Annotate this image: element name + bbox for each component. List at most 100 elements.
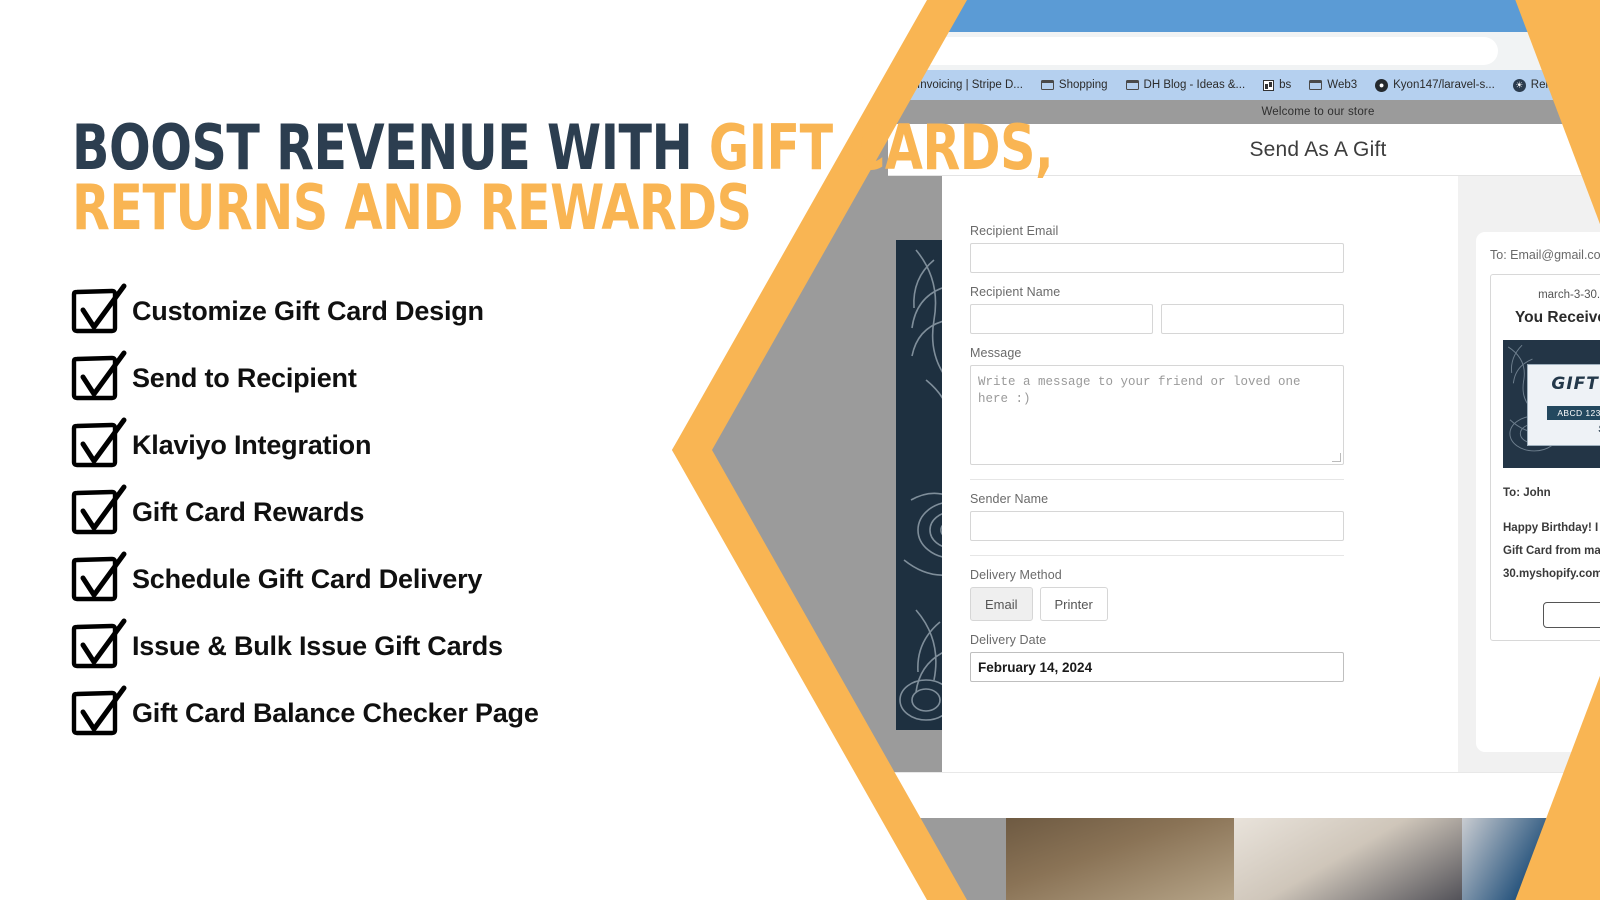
gift-form: Recipient Email Recipient Name Message W… <box>942 176 1458 772</box>
floral-pattern-icon <box>899 249 942 721</box>
store-footer <box>888 772 1600 818</box>
checklist-item: Issue & Bulk Issue Gift Cards <box>70 613 690 680</box>
bookmark-label: Kyon147/laravel-s... <box>1393 79 1495 91</box>
message-textarea[interactable]: Write a message to your friend or loved … <box>970 365 1344 465</box>
thumbnail-image[interactable] <box>1234 818 1462 900</box>
checklist-item: Schedule Gift Card Delivery <box>70 546 690 613</box>
left-decor-column <box>888 176 942 772</box>
folder-icon <box>1309 80 1323 90</box>
feature-checklist: Customize Gift Card Design Send to Recip… <box>70 278 690 747</box>
bookmark-label: DH Blog - Ideas &... <box>1143 79 1246 91</box>
checkbox-checked-icon <box>70 618 128 673</box>
delivery-method-email-button[interactable]: Email <box>970 587 1033 621</box>
email-body: To: John Happy Birthday! I bought you a … <box>1503 482 1600 586</box>
store-content: Recipient Email Recipient Name Message W… <box>888 176 1600 772</box>
bookmark-label: Related sub <box>1530 79 1593 91</box>
thumbnail-spacer <box>888 818 1006 900</box>
github-icon: ● <box>1375 78 1389 92</box>
gift-card-title: GIFT CARD <box>1551 374 1600 395</box>
browser-toolbar: ☆ </> N zm ☎ <box>878 32 1600 70</box>
browser-tab-strip[interactable] <box>888 0 1600 32</box>
email-domain: march-3-30.myshopify.com <box>1538 289 1600 301</box>
checklist-label: Customize Gift Card Design <box>132 296 484 326</box>
email-heading: You Received a Gift Card <box>1514 309 1600 326</box>
gift-card-inner-panel: GIFT CARD Giftys ABCD 1234 ABCD 1234 $20 <box>1527 363 1600 446</box>
delivery-method-group: Email Printer <box>970 587 1344 621</box>
field-delivery-method: Delivery Method Email Printer <box>970 568 1344 621</box>
headline-line-2: Returns And Rewards <box>72 170 752 244</box>
bookmark-item[interactable]: DH Blog - Ideas &... <box>1117 79 1255 91</box>
bookmark-item[interactable]: Shopping <box>1032 79 1117 91</box>
field-label: Sender Name <box>970 492 1049 506</box>
promo-panel: Boost Revenue With Gift Cards, Returns A… <box>0 0 1054 900</box>
delivery-date-input[interactable]: February 14, 2024 <box>970 652 1344 682</box>
checklist-item: Gift Card Rewards <box>70 479 690 546</box>
checkbox-checked-icon <box>70 551 128 606</box>
headline-accent-text: Gift Cards, <box>708 111 1054 184</box>
preview-to-line: To: Email@gmail.com <box>1490 248 1600 262</box>
checklist-label: Gift Card Balance Checker Page <box>132 698 539 728</box>
delivery-method-printer-button[interactable]: Printer <box>1039 587 1108 621</box>
checklist-item: Klaviyo Integration <box>70 412 690 479</box>
bookmark-label: Invoicing | Stripe D... <box>917 79 1023 91</box>
checkbox-checked-icon <box>70 350 128 405</box>
field-delivery-date: Delivery Date February 14, 2024 <box>970 633 1344 682</box>
field-label: Recipient Name <box>970 285 1061 299</box>
field-recipient-email: Recipient Email <box>970 224 1344 273</box>
email-recipient-line: To: John <box>1503 486 1551 499</box>
floral-artwork <box>896 240 942 730</box>
sender-name-input[interactable] <box>970 511 1344 541</box>
email-body-text: Happy Birthday! I bought you a Giftys Gi… <box>1503 521 1600 580</box>
page-headline: Boost Revenue With Gift Cards, Returns A… <box>72 117 1054 244</box>
page-title: Send As A Gift <box>1249 137 1387 161</box>
checkbox-checked-icon <box>70 283 128 338</box>
recipient-last-name-input[interactable] <box>1161 304 1344 334</box>
checklist-label: Issue & Bulk Issue Gift Cards <box>132 631 503 661</box>
bookmark-item[interactable]: ● Kyon147/laravel-s... <box>1366 78 1504 92</box>
bookmark-item[interactable]: ☀ Related sub <box>1504 78 1600 92</box>
bookmark-item[interactable]: bs <box>1254 79 1300 91</box>
bookmark-label: Shopping <box>1058 79 1108 91</box>
checklist-label: Send to Recipient <box>132 363 357 393</box>
bookmarks-bar: Invoicing | Stripe D... Shopping DH Blog… <box>888 70 1600 100</box>
field-sender-name: Sender Name <box>970 492 1344 541</box>
checklist-item: Gift Card Balance Checker Page <box>70 680 690 747</box>
email-preview-pane: To: Email@gmail.com march-3-30.myshopify… <box>1458 176 1600 772</box>
checklist-label: Gift Card Rewards <box>132 497 365 527</box>
thumbnail-image[interactable] <box>1462 818 1600 900</box>
email-mockup: march-3-30.myshopify.com You Received a … <box>1490 274 1600 641</box>
recipient-name-row <box>970 304 1344 334</box>
divider <box>970 555 1344 556</box>
recipient-email-input[interactable] <box>970 243 1344 273</box>
field-message: Message Write a message to your friend o… <box>970 346 1344 465</box>
thumbnail-strip <box>888 818 1600 900</box>
checkbox-checked-icon <box>70 484 128 539</box>
checklist-item: Customize Gift Card Design <box>70 278 690 345</box>
field-label: Delivery Method <box>970 568 1062 582</box>
bookmark-star-icon[interactable]: ☆ <box>1583 40 1600 62</box>
address-bar[interactable] <box>878 37 1498 65</box>
gift-card-code: ABCD 1234 ABCD 1234 <box>1547 406 1600 421</box>
headline-line-1: Boost Revenue With Gift Cards, <box>72 117 1054 179</box>
poster-canvas: ☆ </> N zm ☎ Invoicing | Stripe D... Sho… <box>0 0 1600 900</box>
folder-icon <box>1040 80 1054 90</box>
bookmark-label: bs <box>1279 79 1292 91</box>
email-cta-button[interactable] <box>1543 601 1600 628</box>
green-triangle-icon <box>903 79 912 91</box>
checkbox-checked-icon <box>70 685 128 740</box>
recipient-first-name-input[interactable] <box>970 304 1153 334</box>
thumbnail-image[interactable] <box>1006 818 1234 900</box>
field-label: Recipient Email <box>970 224 1059 238</box>
announcement-text: Welcome to our store <box>1261 106 1375 118</box>
bookmark-item[interactable]: Web3 <box>1300 79 1366 91</box>
checklist-item: Send to Recipient <box>70 345 690 412</box>
globe-icon: ☀ <box>1512 78 1526 92</box>
field-recipient-name: Recipient Name <box>970 285 1344 334</box>
gift-card-image: GIFT CARD Giftys ABCD 1234 ABCD 1234 $20 <box>1503 339 1600 468</box>
bookmark-label: Web3 <box>1327 79 1358 91</box>
chart-icon <box>1263 79 1275 91</box>
checkbox-checked-icon <box>70 417 128 472</box>
bookmark-item[interactable]: Invoicing | Stripe D... <box>894 79 1032 91</box>
preview-card: To: Email@gmail.com march-3-30.myshopify… <box>1476 232 1600 752</box>
field-label: Delivery Date <box>970 633 1047 647</box>
